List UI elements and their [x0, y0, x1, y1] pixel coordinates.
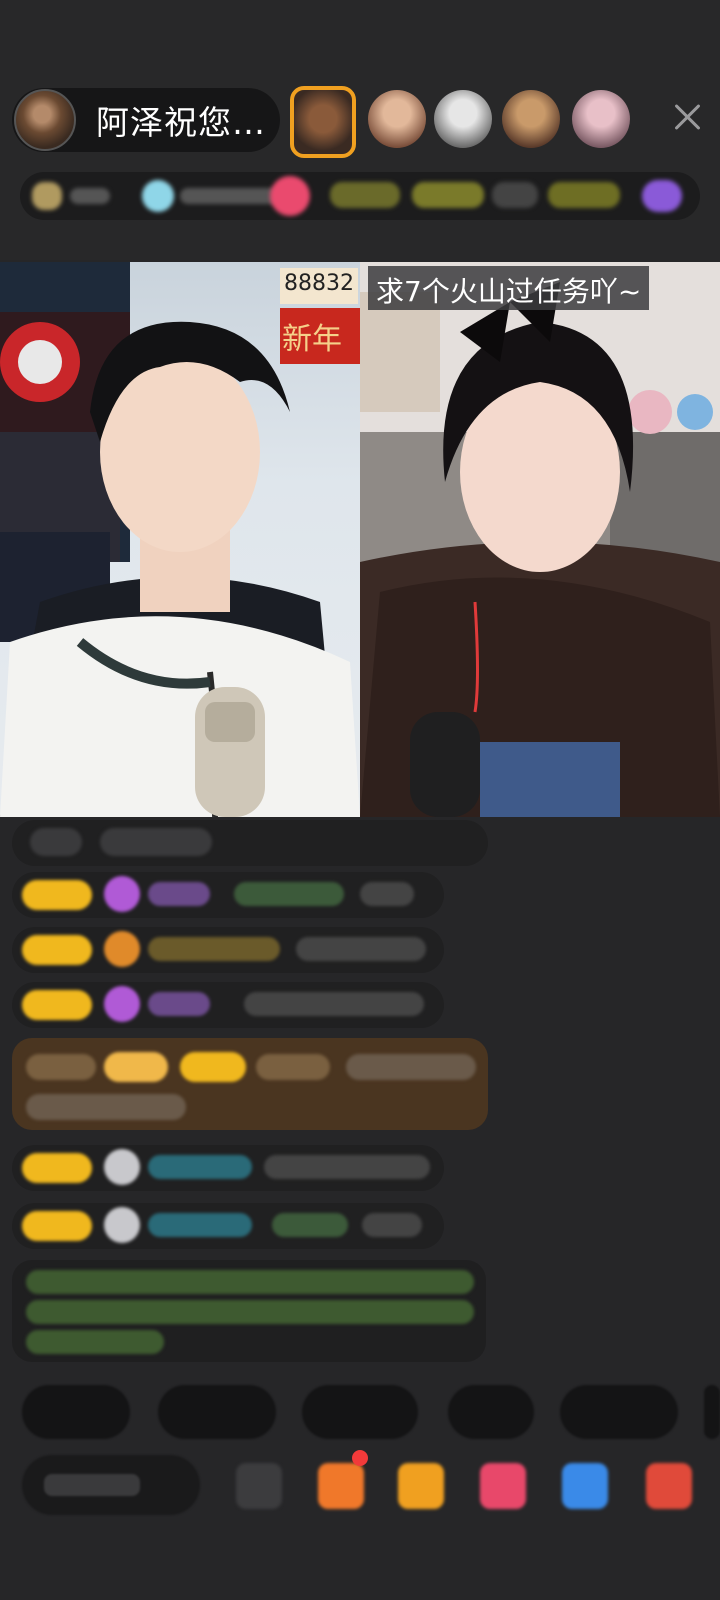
tag-chip-1[interactable]: [330, 182, 400, 208]
gem-icon: [104, 876, 140, 912]
gem-icon: [104, 986, 140, 1022]
right-streamer-image: [360, 262, 720, 817]
hourly-rank-text: [180, 188, 280, 204]
chat-message[interactable]: [12, 872, 444, 918]
notification-dot: [352, 1450, 368, 1466]
fire-icon[interactable]: [318, 1463, 364, 1509]
quick-reply-5[interactable]: [560, 1385, 678, 1439]
quick-reply-6[interactable]: [704, 1385, 720, 1439]
viewer-avatar-5[interactable]: [572, 90, 630, 148]
level-badge: [22, 1211, 92, 1241]
host-name: 阿泽祝您…: [96, 103, 266, 142]
more-icon[interactable]: [642, 180, 682, 212]
chat-message-highlight[interactable]: [12, 1038, 488, 1130]
video-feed-right[interactable]: [360, 262, 720, 817]
quick-reply-2[interactable]: [158, 1385, 276, 1439]
level-badge: [22, 1153, 92, 1183]
chat-message[interactable]: [12, 820, 488, 866]
tag-chip-4[interactable]: [548, 182, 620, 208]
host-avatar[interactable]: [14, 89, 76, 151]
level-badge: [22, 880, 92, 910]
close-icon[interactable]: [670, 100, 704, 134]
level-badge: [22, 935, 92, 965]
viewer-avatar-2[interactable]: [368, 90, 426, 148]
avatar: [104, 1207, 140, 1243]
viewer-avatar-1[interactable]: [290, 86, 356, 158]
quick-reply-4[interactable]: [448, 1385, 534, 1439]
host-info-pill[interactable]: 阿泽祝您…: [12, 88, 280, 152]
emoji-icon[interactable]: [236, 1463, 282, 1509]
chat-message[interactable]: [12, 1145, 444, 1191]
system-notice: [12, 1260, 486, 1362]
room-info-bar[interactable]: [20, 172, 700, 220]
game-icon[interactable]: [562, 1463, 608, 1509]
fan-icon: [104, 931, 140, 967]
chat-input[interactable]: [22, 1455, 200, 1515]
heart-icon[interactable]: [480, 1463, 526, 1509]
hourly-rank-icon: [142, 180, 174, 212]
new-year-badge[interactable]: 新年: [280, 308, 360, 364]
viewer-avatar-4[interactable]: [502, 90, 560, 148]
avatar: [104, 1149, 140, 1185]
overlay-number: 88832: [280, 268, 358, 304]
gift-icon[interactable]: [398, 1463, 444, 1509]
level-badge: [22, 990, 92, 1020]
task-banner: 求7个火山过任务吖~: [368, 266, 650, 310]
tag-chip-3[interactable]: [492, 182, 538, 208]
shop-icon[interactable]: [646, 1463, 692, 1509]
chat-message[interactable]: [12, 1203, 444, 1249]
tag-chip-2[interactable]: [412, 182, 484, 208]
rank-badge-icon: [32, 182, 62, 210]
viewer-avatar-3[interactable]: [434, 90, 492, 148]
pk-icon[interactable]: [270, 176, 310, 216]
chat-message[interactable]: [12, 982, 444, 1028]
rank-text: [70, 188, 110, 204]
quick-reply-3[interactable]: [302, 1385, 418, 1439]
quick-reply-1[interactable]: [22, 1385, 130, 1439]
chat-message[interactable]: [12, 927, 444, 973]
